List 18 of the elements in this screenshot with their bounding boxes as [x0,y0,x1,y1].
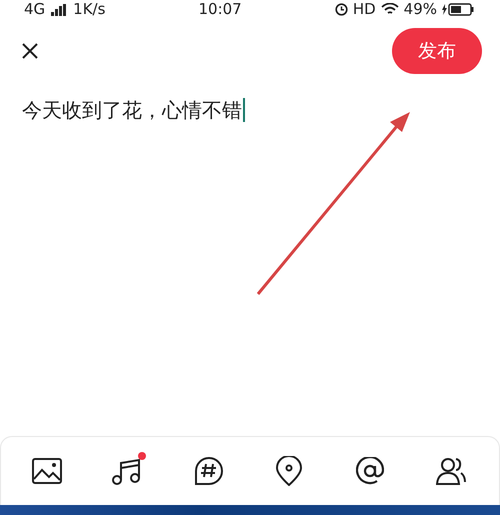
publish-button[interactable]: 发布 [392,28,482,74]
text-cursor [243,98,245,122]
location-pin-icon[interactable] [276,456,302,486]
network-speed: 1K/s [73,2,106,17]
alarm-icon [334,3,348,16]
friends-icon[interactable] [436,456,466,486]
image-icon[interactable] [32,458,62,484]
close-icon[interactable] [22,43,38,59]
battery-percent: 49% [404,2,437,17]
wifi-icon [380,3,399,16]
hashtag-bubble-icon[interactable] [194,456,224,486]
hd-label: HD [352,2,376,17]
network-label: 4G [24,2,46,17]
signal-icon [51,4,68,16]
battery-icon [442,3,474,16]
post-text-field[interactable]: 今天收到了花，心情不错 [0,74,500,124]
clock-time: 10:07 [198,2,242,17]
mention-icon[interactable] [356,457,384,485]
